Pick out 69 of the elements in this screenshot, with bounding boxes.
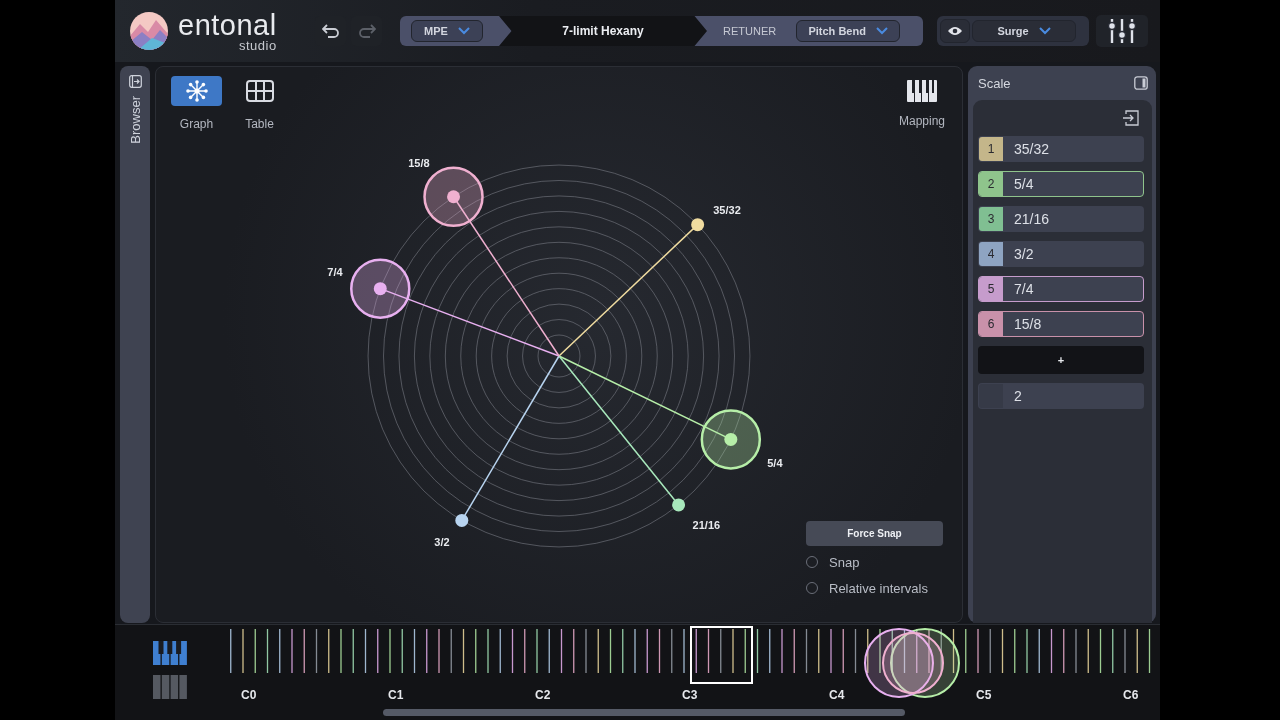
node-label: 5/4	[767, 457, 783, 470]
eye-icon	[947, 26, 963, 36]
interval-row[interactable]: 5 7/4	[978, 276, 1144, 302]
octave-label: C5	[976, 688, 992, 702]
interval-index: 5	[979, 277, 1003, 301]
interval-index: 2	[979, 172, 1003, 196]
node-label: 15/8	[408, 156, 430, 169]
retuner-label: RETUNER	[723, 25, 777, 37]
synth-dropdown[interactable]: Surge	[972, 20, 1076, 42]
octave-label: C1	[388, 688, 404, 702]
node-label: 21/16	[692, 519, 721, 532]
interval-row[interactable]: 3 21/16	[978, 206, 1144, 232]
interval-node[interactable]	[691, 218, 705, 232]
browser-tab[interactable]: Browser	[120, 66, 150, 623]
retuner-mode-dropdown[interactable]: Pitch Bend	[796, 20, 901, 42]
interval-row[interactable]: 4 3/2	[978, 241, 1144, 267]
interval-index: 1	[979, 137, 1003, 161]
octave-label: C2	[535, 688, 551, 702]
table-icon	[245, 80, 274, 102]
undo-icon	[321, 23, 340, 39]
interval-row[interactable]: 1 35/32	[978, 136, 1144, 162]
interval-node[interactable]	[455, 513, 469, 527]
logo-wordmark: entonal	[178, 10, 277, 40]
node-highlight[interactable]	[700, 409, 762, 470]
mapping-button[interactable]: Mapping	[898, 80, 945, 128]
interval-node[interactable]	[672, 498, 686, 512]
scrollbar[interactable]	[383, 709, 905, 716]
sidebar-toggle-icon[interactable]	[1134, 76, 1148, 90]
piano-keys-icon	[907, 80, 937, 102]
panel-title: Scale	[978, 75, 1011, 91]
add-interval-button[interactable]: +	[978, 346, 1144, 374]
period-row[interactable]: 2	[978, 383, 1144, 409]
visible-range-frame	[690, 626, 753, 684]
octave-label: C4	[829, 688, 845, 702]
logo-subtitle: studio	[238, 38, 277, 52]
option-label: Snap	[829, 554, 860, 570]
node-highlight[interactable]	[350, 258, 411, 319]
node-highlight[interactable]	[423, 166, 484, 227]
chevron-down-icon	[875, 27, 888, 35]
interval-index: 4	[979, 242, 1003, 266]
force-snap-button[interactable]: Force Snap	[806, 521, 943, 546]
interval-node[interactable]	[373, 282, 387, 296]
scale-name: 7-limit Hexany	[499, 16, 707, 46]
interval-index: 6	[979, 312, 1003, 336]
interval-node[interactable]	[724, 432, 738, 446]
redo-icon	[357, 23, 376, 39]
keyboard-mode-button[interactable]	[153, 675, 187, 699]
settings-button[interactable]	[1096, 15, 1148, 47]
logo-icon	[130, 12, 168, 50]
keyboard-mode-button[interactable]	[153, 641, 187, 665]
interval-node[interactable]	[447, 190, 461, 204]
panel-toggle-icon	[128, 75, 142, 88]
octave-label: C3	[682, 688, 698, 702]
node-label: 7/4	[327, 265, 343, 278]
import-icon[interactable]	[1122, 109, 1140, 127]
view-tab[interactable]: Table	[234, 76, 285, 131]
interval-row[interactable]: 6 15/8	[978, 311, 1144, 337]
interval-index: 3	[979, 207, 1003, 231]
octave-label: C0	[241, 688, 257, 702]
octave-label: C6	[1123, 688, 1139, 702]
network-icon	[185, 80, 208, 102]
interval-row[interactable]: 2 5/4	[978, 171, 1144, 197]
chevron-down-icon	[457, 27, 470, 35]
node-label: 3/2	[434, 536, 450, 549]
chevron-down-icon	[1038, 27, 1051, 35]
option-label: Relative intervals	[829, 580, 928, 596]
eye-toggle[interactable]	[940, 19, 970, 43]
input-mode-dropdown[interactable]: MPE	[411, 20, 483, 42]
node-label: 35/32	[713, 203, 741, 216]
